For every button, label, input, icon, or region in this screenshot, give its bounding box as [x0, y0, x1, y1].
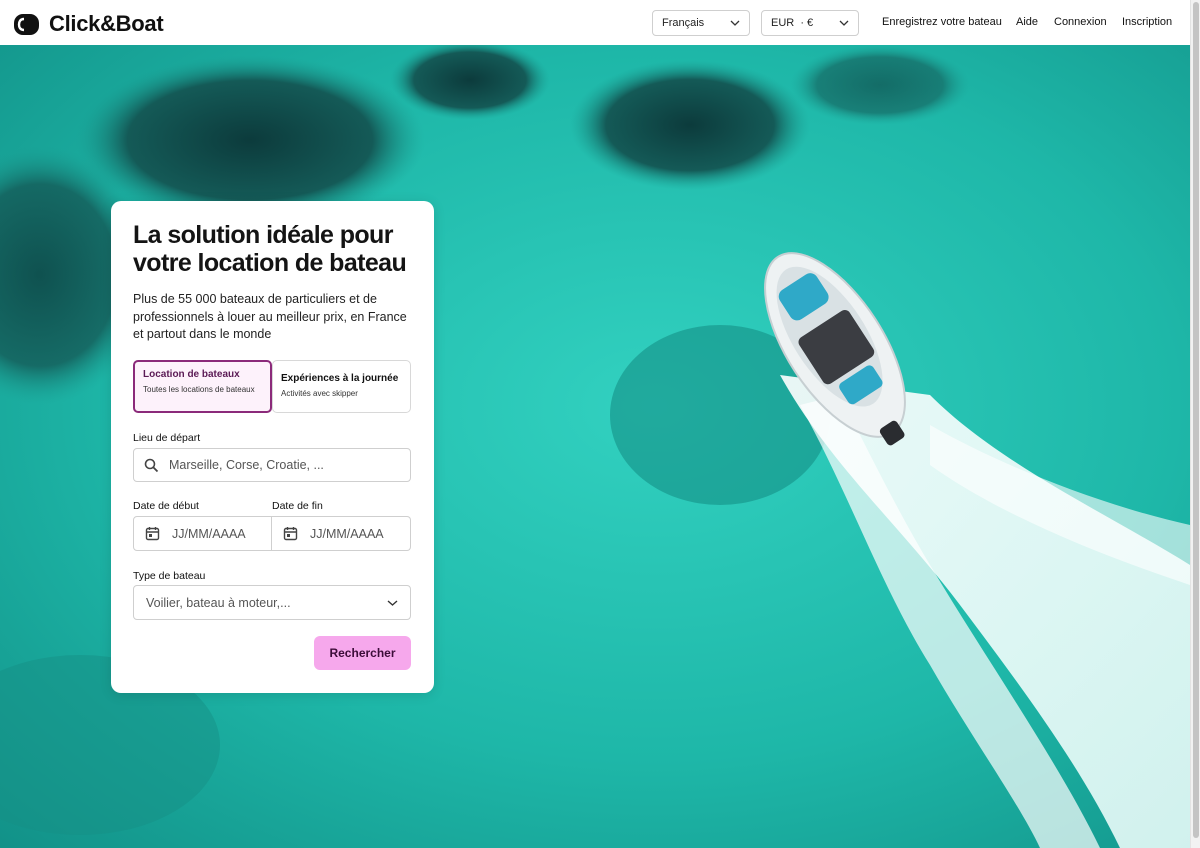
currency-value: EUR · € — [771, 17, 814, 29]
tab-day-experiences[interactable]: Expériences à la journée Activités avec … — [272, 360, 411, 413]
departure-input[interactable]: Marseille, Corse, Croatie, ... — [133, 448, 411, 482]
chevron-down-icon — [730, 20, 740, 26]
language-value: Français — [662, 17, 705, 29]
hero-title: La solution idéale pour votre location d… — [133, 221, 407, 277]
register-boat-link[interactable]: Enregistrez votre bateau — [882, 16, 1002, 28]
tab-day-experiences-sublabel: Activités avec skipper — [281, 389, 358, 398]
tab-boat-rental-label: Location de bateaux — [143, 369, 240, 380]
page-scrollbar[interactable] — [1190, 0, 1200, 848]
language-select[interactable]: Français — [652, 10, 750, 36]
tab-boat-rental[interactable]: Location de bateaux Toutes les locations… — [133, 360, 272, 413]
boat-type-label: Type de bateau — [133, 570, 206, 582]
calendar-icon — [145, 527, 160, 541]
departure-placeholder: Marseille, Corse, Croatie, ... — [169, 458, 324, 472]
end-date-input[interactable]: JJ/MM/AAAA — [272, 516, 411, 551]
scrollbar-thumb[interactable] — [1193, 2, 1199, 838]
tab-boat-rental-sublabel: Toutes les locations de bateaux — [143, 385, 255, 394]
search-button[interactable]: Rechercher — [314, 636, 411, 670]
signup-link[interactable]: Inscription — [1122, 16, 1172, 28]
start-date-input[interactable]: JJ/MM/AAAA — [133, 516, 272, 551]
search-card: La solution idéale pour votre location d… — [111, 201, 434, 693]
hero-description: Plus de 55 000 bateaux de particuliers e… — [133, 292, 407, 341]
search-icon — [144, 458, 159, 473]
brand-logo[interactable]: Click&Boat — [14, 11, 164, 37]
brand-logo-icon — [14, 13, 39, 35]
start-date-placeholder: JJ/MM/AAAA — [172, 526, 246, 541]
currency-select[interactable]: EUR · € — [761, 10, 859, 36]
boat-type-select[interactable]: Voilier, bateau à moteur,... — [133, 585, 411, 620]
login-link[interactable]: Connexion — [1054, 16, 1107, 28]
boat-type-placeholder: Voilier, bateau à moteur,... — [146, 595, 291, 610]
departure-label: Lieu de départ — [133, 432, 201, 444]
end-date-label: Date de fin — [272, 500, 323, 512]
start-date-label: Date de début — [133, 500, 199, 512]
chevron-down-icon — [387, 600, 398, 606]
end-date-placeholder: JJ/MM/AAAA — [310, 526, 384, 541]
help-link[interactable]: Aide — [1016, 16, 1038, 28]
brand-name: Click&Boat — [49, 11, 164, 36]
chevron-down-icon — [839, 20, 849, 26]
calendar-icon — [283, 527, 298, 541]
top-header: Click&Boat Français EUR · € Enregistrez … — [0, 0, 1190, 45]
tab-day-experiences-label: Expériences à la journée — [281, 373, 399, 384]
